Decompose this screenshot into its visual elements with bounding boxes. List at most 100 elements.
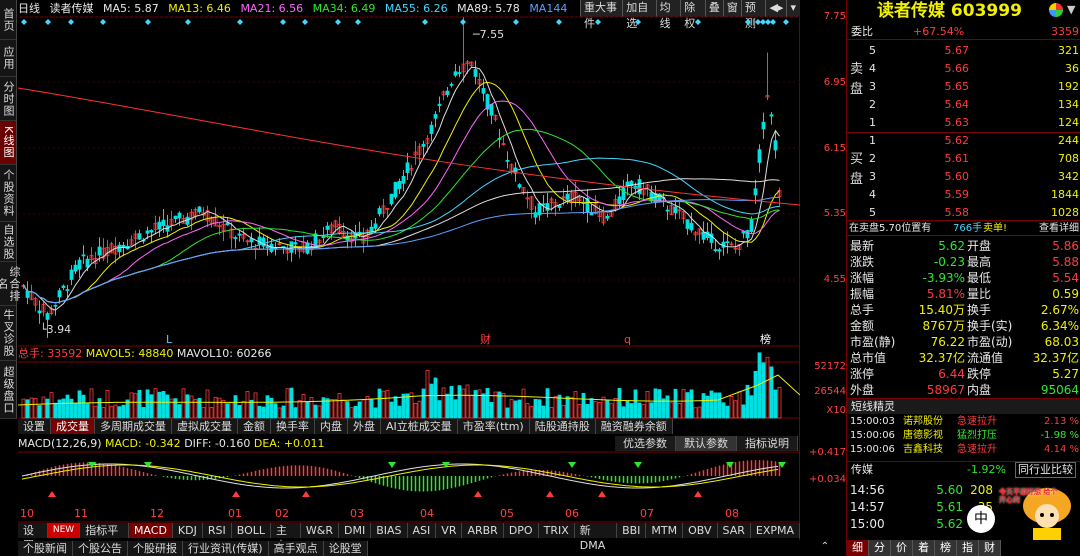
bottom-tab[interactable]: 榜	[935, 540, 957, 556]
event-diamond-icon[interactable]	[556, 19, 562, 25]
macd-button[interactable]: 指标说明	[737, 436, 798, 451]
indicator-tab[interactable]: MTM	[646, 523, 684, 538]
sell-level-row[interactable]: 3 5.65 192	[847, 79, 1080, 95]
event-diamond-icon[interactable]	[783, 19, 789, 25]
event-diamond-icon[interactable]	[422, 19, 428, 25]
indicator-tab[interactable]: DMI	[339, 523, 372, 538]
volume-tab[interactable]: 市盈率(ttm)	[458, 419, 530, 434]
volume-tab[interactable]: 多周期成交量	[95, 419, 172, 434]
indicator-tab[interactable]: 新DMA	[575, 523, 618, 552]
chart-marker[interactable]: q	[624, 333, 631, 346]
volume-tab[interactable]: 外盘	[348, 419, 381, 434]
news-tab[interactable]: 行业资讯(传媒)	[183, 541, 269, 556]
indicator-tab[interactable]: ARBR	[462, 523, 504, 538]
volume-tab[interactable]: 金额	[238, 419, 271, 434]
indicator-tab[interactable]: 设置	[18, 523, 48, 552]
side-tab[interactable]: 个股资料	[0, 165, 17, 222]
event-diamond-icon[interactable]	[595, 19, 601, 25]
chart-marker[interactable]: L	[166, 333, 173, 346]
indicator-tab[interactable]: BBI	[617, 523, 647, 538]
sector-name[interactable]: 传媒	[851, 462, 873, 478]
volume-tab[interactable]: 内盘	[315, 419, 348, 434]
bottom-tab[interactable]: 指	[957, 540, 979, 556]
event-diamond-icon[interactable]	[21, 19, 27, 25]
sell-level-row[interactable]: 4 5.66 36	[847, 61, 1080, 77]
indicator-tab[interactable]: W&R	[301, 523, 339, 538]
event-diamond-icon[interactable]	[185, 19, 191, 25]
bottom-tab[interactable]: 财	[979, 540, 1001, 556]
event-diamond-icon[interactable]	[68, 19, 74, 25]
news-tab[interactable]: 论股堂	[324, 541, 368, 556]
volume-tab[interactable]: 虚拟成交量	[172, 419, 238, 434]
volume-tab[interactable]: AI立桩成交量	[381, 419, 458, 434]
indicator-tab[interactable]: OBV	[683, 523, 718, 538]
bottom-tab[interactable]: 价	[891, 540, 913, 556]
side-tab[interactable]: 应用	[0, 40, 17, 77]
buy-level-row[interactable]: 2 5.61 708	[847, 151, 1080, 167]
event-diamond-icon[interactable]	[460, 19, 466, 25]
indicator-tab[interactable]: TRIX	[539, 523, 575, 538]
event-diamond-icon[interactable]	[770, 19, 776, 25]
indicator-tab[interactable]: EXPMA	[751, 523, 801, 538]
event-diamond-icon[interactable]	[237, 19, 243, 25]
bottom-tab[interactable]: 细	[847, 540, 869, 556]
side-tab[interactable]: 首页	[0, 0, 17, 40]
side-tab[interactable]: 牛叉诊股	[0, 306, 17, 361]
event-diamond-icon[interactable]	[45, 19, 51, 25]
menu-arrow-icon[interactable]: ▼	[1067, 3, 1075, 16]
event-diamond-icon[interactable]	[355, 19, 361, 25]
volume-tab[interactable]: 陆股通持股	[530, 419, 596, 434]
event-diamond-icon[interactable]	[302, 19, 308, 25]
event-diamond-icon[interactable]	[100, 19, 106, 25]
expand-icon[interactable]: ⌃	[818, 541, 832, 555]
bottom-tab[interactable]: 着	[913, 540, 935, 556]
chart-marker[interactable]: 榜	[760, 332, 771, 346]
side-tab[interactable]: 分时图	[0, 77, 17, 121]
indicator-tab[interactable]: RSI	[203, 523, 232, 538]
kline-chart-area[interactable]: 日线 读者传媒 MA5: 5.87 MA13: 6.46 MA21: 6.56 …	[18, 0, 800, 540]
volume-tab[interactable]: 融资融券余额	[596, 419, 673, 434]
indicator-tab[interactable]: BIAS	[371, 523, 408, 538]
buy-level-row[interactable]: 5 5.58 1028	[847, 205, 1080, 221]
chat-bubble[interactable]: 中	[967, 505, 995, 533]
event-diamond-icon[interactable]	[635, 19, 641, 25]
side-tab[interactable]: 综合排名	[0, 262, 21, 306]
event-diamond-icon[interactable]	[280, 19, 286, 25]
color-wheel-icon[interactable]	[1049, 3, 1063, 17]
news-tab[interactable]: 个股公告	[73, 541, 128, 556]
indicator-tab[interactable]: MACD	[128, 523, 173, 538]
sell-level-row[interactable]: 5 5.67 321	[847, 43, 1080, 59]
volume-tab[interactable]: 成交量	[51, 419, 95, 434]
news-tab[interactable]: 高手观点	[269, 541, 324, 556]
news-tab[interactable]: 个股新闻	[18, 541, 73, 556]
indicator-tab[interactable]: KDJ	[173, 523, 203, 538]
indicator-tab[interactable]: BOLL	[232, 523, 272, 538]
buy-level-row[interactable]: 1 5.62 244	[847, 133, 1080, 149]
buy-level-row[interactable]: 4 5.59 1844	[847, 187, 1080, 203]
elves-row[interactable]: 15:00:03 诺邦股份 急速拉升 2.13 %	[847, 415, 1080, 429]
sell-level-row[interactable]: 1 5.63 124	[847, 115, 1080, 131]
chart-marker[interactable]: 财	[480, 332, 491, 346]
indicator-tab[interactable]: VR	[436, 523, 463, 538]
buy-level-row[interactable]: 3 5.60 342	[847, 169, 1080, 185]
indicator-tab[interactable]: NEW	[47, 523, 81, 538]
view-detail-link[interactable]: 查看详细	[1039, 221, 1079, 237]
event-diamond-icon[interactable]	[695, 19, 701, 25]
indicator-tab[interactable]: DPO	[504, 523, 539, 538]
event-diamond-icon[interactable]	[745, 19, 751, 25]
elves-row[interactable]: 15:00:06 唐德影视 猛烈打压 -1.98 %	[847, 429, 1080, 443]
indicator-tab[interactable]: SAR	[718, 523, 751, 538]
side-tab[interactable]: 自选股	[0, 222, 17, 262]
volume-tab[interactable]: 换手率	[271, 419, 315, 434]
event-diamond-icon[interactable]	[335, 19, 341, 25]
macd-button[interactable]: 默认参数	[676, 436, 737, 451]
macd-button[interactable]: 优选参数	[615, 436, 676, 451]
bottom-tab[interactable]: 分	[869, 540, 891, 556]
volume-tab[interactable]: 设置	[18, 419, 51, 434]
industry-compare-button[interactable]: 同行业比较	[1015, 462, 1076, 478]
side-tab[interactable]: K线图	[0, 121, 17, 165]
news-tab[interactable]: 个股研报	[128, 541, 183, 556]
indicator-tab[interactable]: 指标平台	[80, 523, 129, 552]
indicator-tab[interactable]: ASI	[408, 523, 437, 538]
event-diamond-icon[interactable]	[145, 19, 151, 25]
